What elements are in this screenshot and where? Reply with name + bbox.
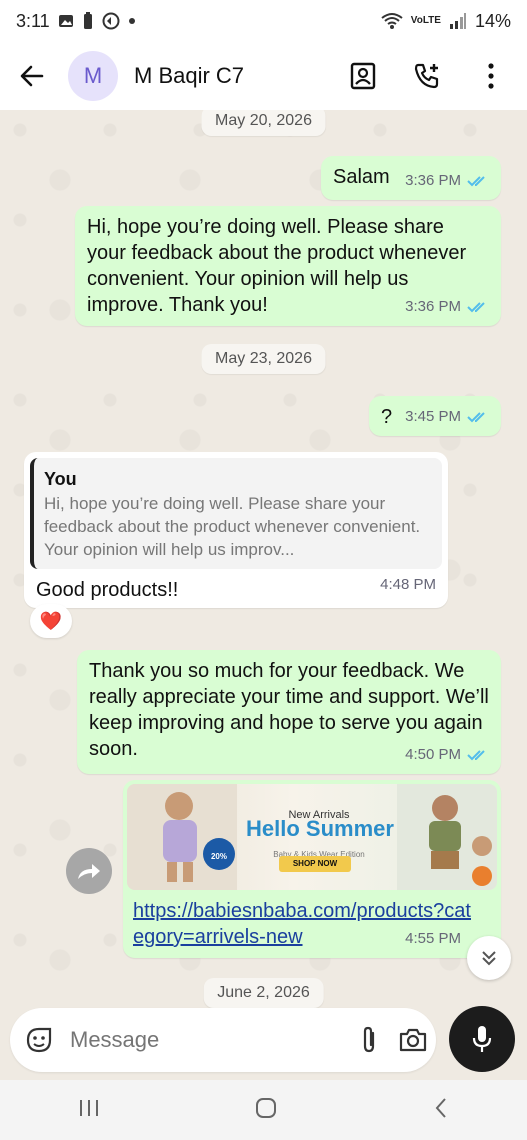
battery-saver-notification-icon [82, 12, 94, 30]
back-arrow-icon [20, 65, 44, 87]
data-saver-notification-icon [102, 12, 120, 30]
home-icon [256, 1097, 277, 1118]
add-call-button[interactable] [401, 50, 453, 102]
recent-apps-button[interactable] [77, 1098, 101, 1123]
back-button[interactable] [0, 44, 64, 108]
link-preview-banner[interactable]: New Arrivals Hello Summer Baby & Kids We… [127, 784, 497, 890]
recent-apps-icon [79, 1099, 98, 1116]
reaction-badge[interactable]: ❤️ [30, 604, 72, 638]
contact-avatar[interactable]: M [68, 51, 118, 101]
read-receipt-icon [467, 175, 489, 187]
message-bubble-outgoing[interactable]: Hi, hope you’re doing well. Please share… [75, 206, 501, 326]
message-time: 3:45 PM [405, 408, 461, 425]
banner-discount: 20% [210, 852, 227, 861]
more-options-button[interactable] [465, 50, 517, 102]
voice-message-button[interactable] [449, 1006, 515, 1072]
system-back-button[interactable] [432, 1096, 450, 1125]
call-add-icon [414, 63, 439, 89]
date-chip: June 2, 2026 [203, 978, 324, 1008]
banner-headline: Hello Summer [246, 816, 394, 841]
sticker-icon [26, 1027, 52, 1053]
message-time: 3:36 PM [405, 298, 461, 315]
double-chevron-down-icon [482, 951, 496, 966]
status-bar: 3:11 VoLTE 14% [0, 0, 527, 42]
chat-header: M M Baqir C7 [0, 42, 527, 110]
paperclip-icon [363, 1026, 375, 1053]
read-receipt-icon [467, 749, 489, 761]
message-bubble-outgoing[interactable]: ? 3:45 PM [369, 396, 501, 436]
system-navigation-bar [0, 1080, 527, 1140]
contact-card-button[interactable] [337, 50, 389, 102]
chat-area[interactable]: May 20, 2026 Salam 3:36 PM Hi, hope you’… [0, 110, 527, 1010]
message-time: 4:48 PM [380, 576, 436, 593]
more-notifications-dot-icon [128, 17, 136, 25]
quote-author: You [44, 469, 77, 489]
battery-percent: 14% [474, 10, 511, 31]
message-bubble-outgoing[interactable]: Salam 3:36 PM [321, 156, 501, 200]
microphone-icon [472, 1026, 492, 1052]
scroll-to-bottom-button[interactable] [467, 936, 511, 980]
message-input[interactable] [70, 1027, 358, 1053]
quote-text: Hi, hope you’re doing well. Please share… [44, 494, 421, 559]
message-time: 4:55 PM [405, 930, 461, 947]
read-receipt-icon [467, 411, 489, 423]
signal-strength-icon [449, 13, 467, 29]
message-time: 3:36 PM [405, 172, 461, 189]
date-chip: May 20, 2026 [201, 110, 326, 136]
sticker-button[interactable] [24, 1020, 54, 1060]
banner-shop-now: SHOP NOW [279, 856, 351, 872]
chevron-left-icon [435, 1097, 446, 1118]
gallery-notification-icon [58, 13, 74, 29]
wifi-icon [381, 12, 403, 30]
quoted-message[interactable]: You Hi, hope you’re doing well. Please s… [30, 458, 442, 569]
contact-name[interactable]: M Baqir C7 [134, 63, 244, 89]
message-text: Salam [333, 166, 390, 188]
date-chip: May 23, 2026 [201, 344, 326, 374]
message-time: 4:50 PM [405, 746, 461, 763]
message-bubble-incoming[interactable]: You Hi, hope you’re doing well. Please s… [24, 452, 448, 608]
forward-button[interactable] [66, 848, 112, 894]
contact-card-icon [350, 62, 376, 90]
camera-button[interactable] [398, 1020, 428, 1060]
message-composer[interactable] [10, 1008, 436, 1072]
camera-icon [399, 1028, 427, 1052]
more-vert-icon [488, 63, 494, 89]
message-text: ? [381, 406, 393, 428]
attach-button[interactable] [358, 1020, 380, 1060]
message-bubble-outgoing[interactable]: Thank you so much for your feedback. We … [77, 650, 501, 774]
home-button[interactable] [254, 1096, 278, 1125]
status-time: 3:11 [16, 10, 50, 31]
message-bubble-outgoing[interactable]: New Arrivals Hello Summer Baby & Kids We… [123, 780, 501, 958]
volte-label: VoLTE [410, 15, 441, 26]
read-receipt-icon [467, 301, 489, 313]
heart-reaction: ❤️ [39, 610, 63, 631]
forward-icon [78, 864, 100, 879]
